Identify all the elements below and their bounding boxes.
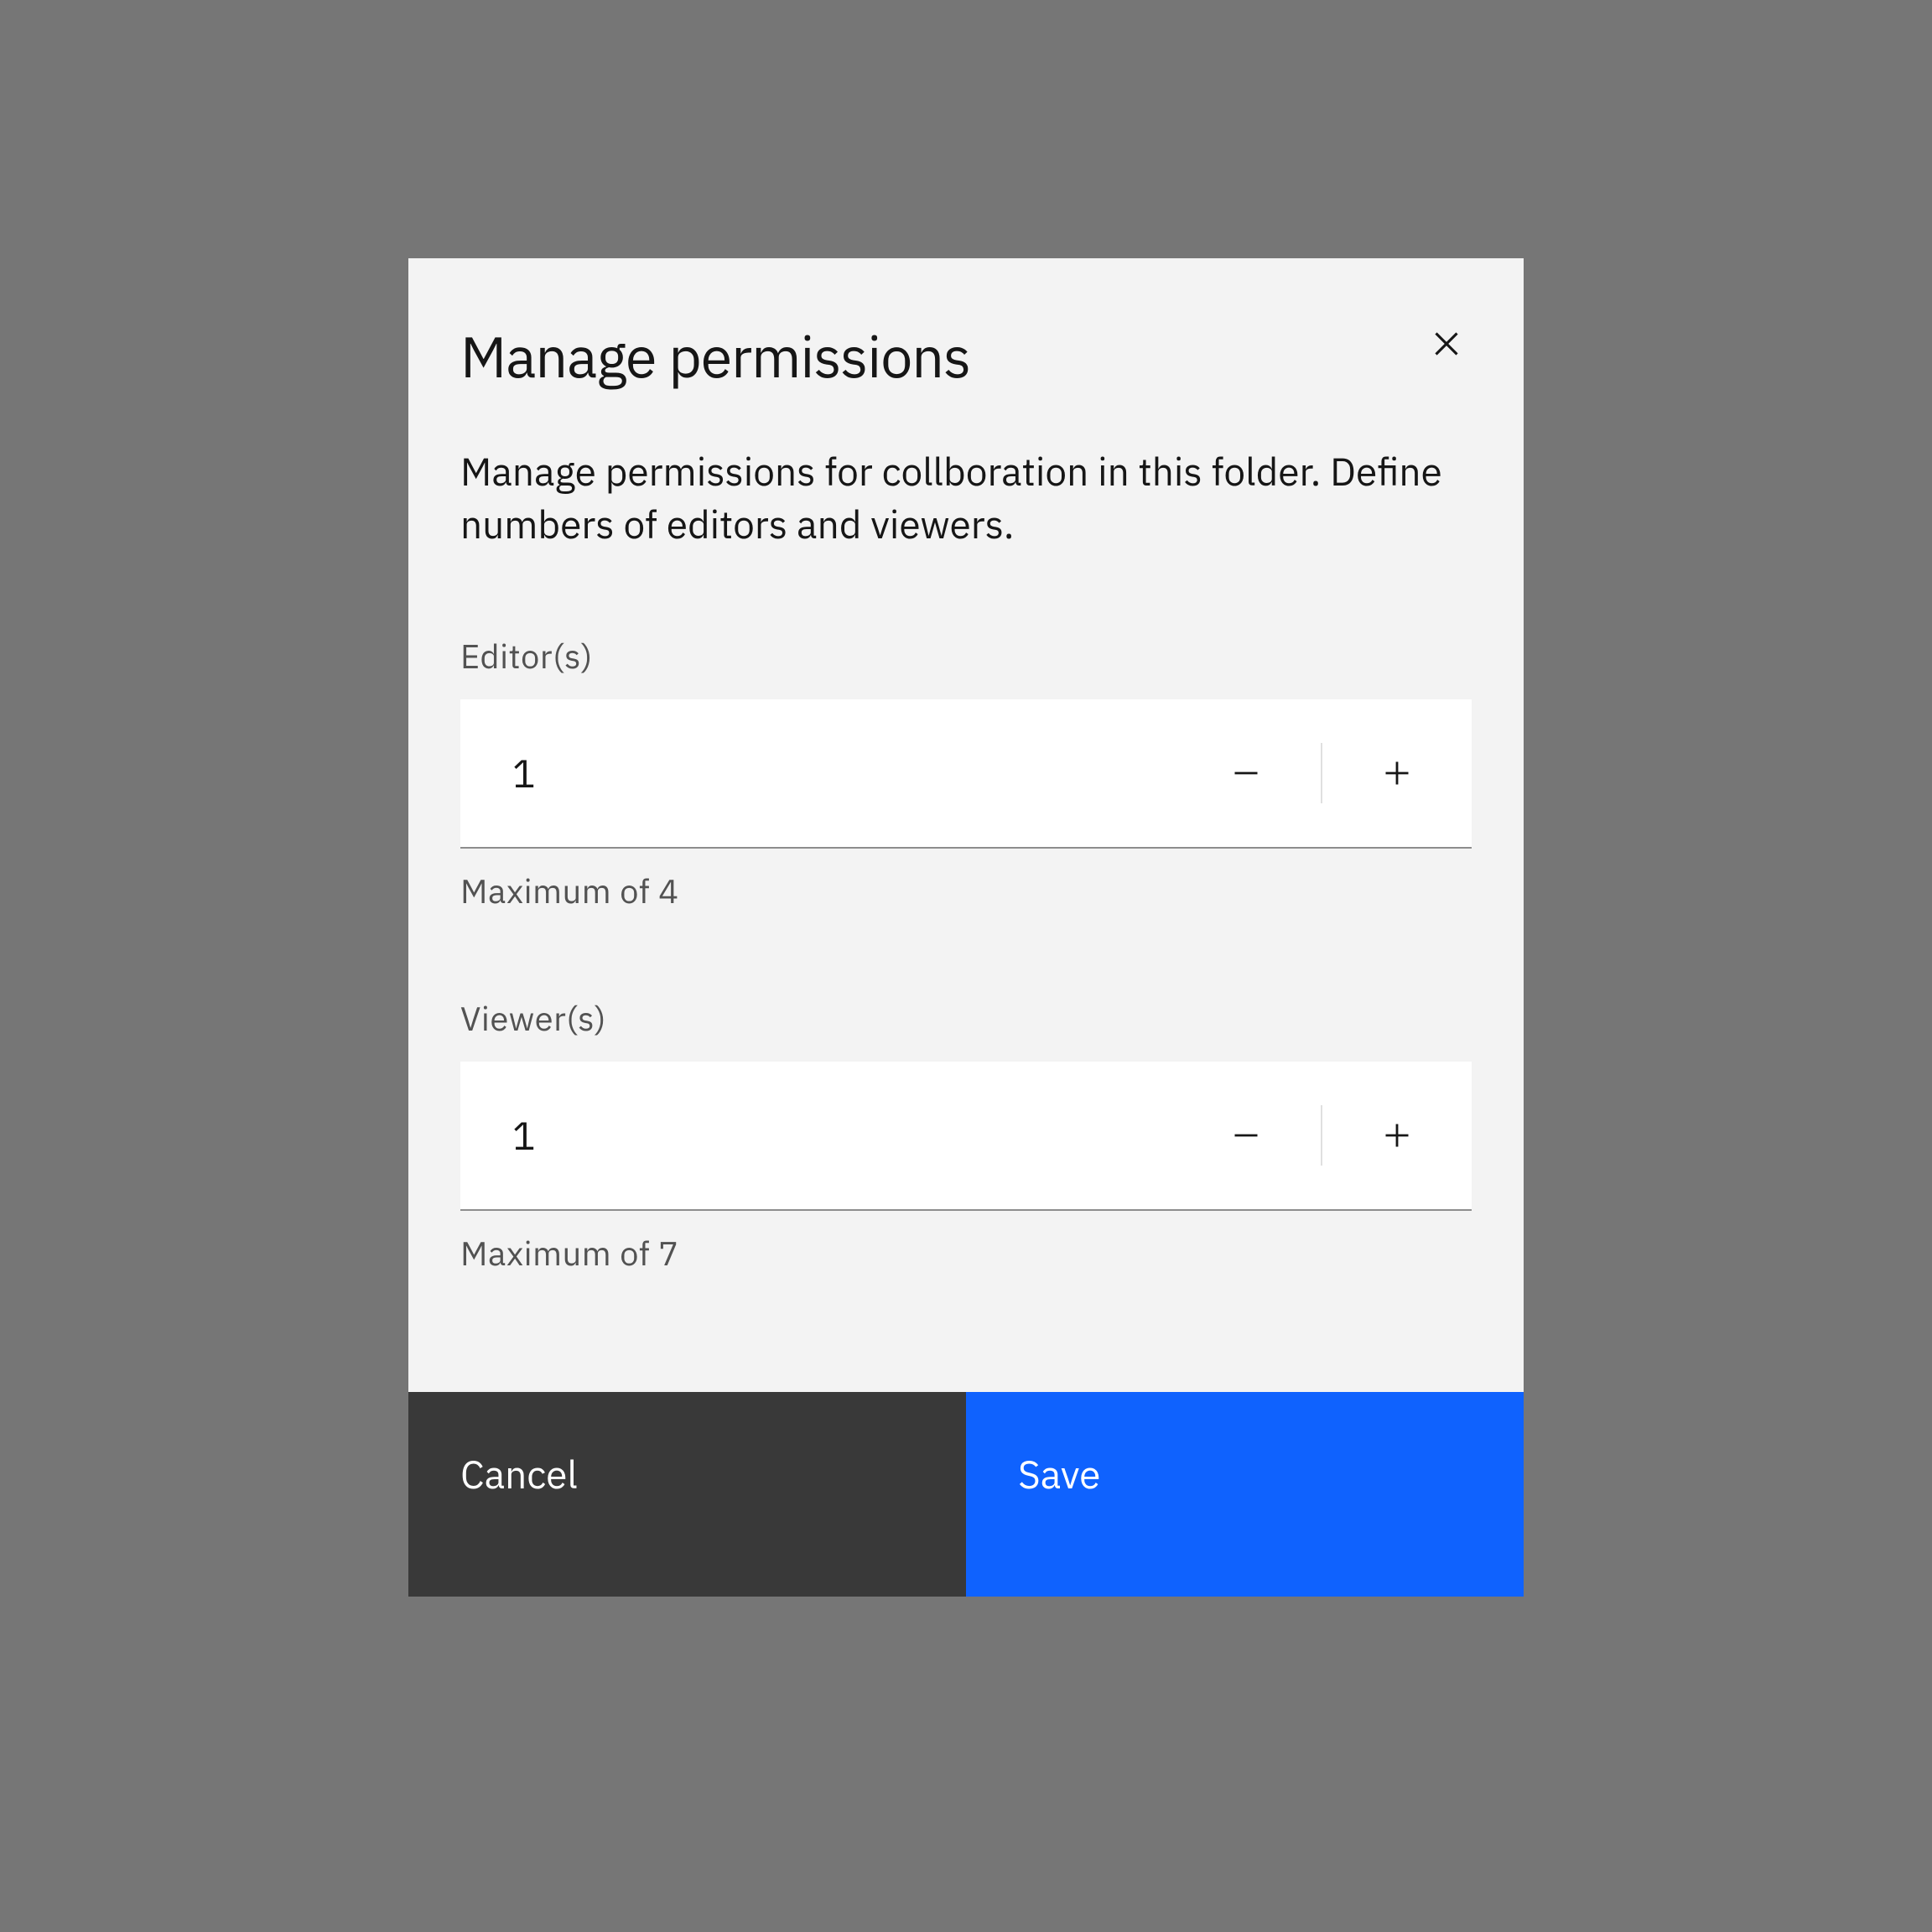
form-section: Editor(s) (408, 550, 1524, 1275)
modal-header: Manage permissions (408, 258, 1524, 393)
manage-permissions-modal: Manage permissions Manage permissions fo… (408, 258, 1524, 1597)
editors-increment-button[interactable] (1322, 699, 1472, 847)
modal-description: Manage permissions for collboration in t… (408, 393, 1524, 550)
editors-label: Editor(s) (460, 634, 1472, 678)
modal-footer: Cancel Save (408, 1392, 1524, 1597)
editors-stepper-buttons (1171, 699, 1472, 847)
viewers-input[interactable] (460, 1062, 1171, 1209)
cancel-button[interactable]: Cancel (408, 1392, 966, 1597)
viewers-field-group: Viewer(s) (460, 996, 1472, 1275)
viewers-increment-button[interactable] (1322, 1062, 1472, 1209)
close-button[interactable] (1421, 319, 1472, 369)
viewers-decrement-button[interactable] (1171, 1062, 1321, 1209)
editors-stepper (460, 699, 1472, 849)
editors-helper-text: Maximum of 4 (460, 869, 1472, 912)
editors-field-group: Editor(s) (460, 634, 1472, 912)
save-button[interactable]: Save (966, 1392, 1524, 1597)
plus-icon (1382, 758, 1412, 788)
viewers-helper-text: Maximum of 7 (460, 1231, 1472, 1275)
minus-icon (1231, 1120, 1261, 1150)
viewers-label: Viewer(s) (460, 996, 1472, 1040)
viewers-stepper-buttons (1171, 1062, 1472, 1209)
plus-icon (1382, 1120, 1412, 1150)
modal-title: Manage permissions (460, 319, 970, 393)
editors-input[interactable] (460, 699, 1171, 847)
editors-decrement-button[interactable] (1171, 699, 1321, 847)
minus-icon (1231, 758, 1261, 788)
viewers-stepper (460, 1062, 1472, 1211)
close-icon (1430, 327, 1463, 361)
